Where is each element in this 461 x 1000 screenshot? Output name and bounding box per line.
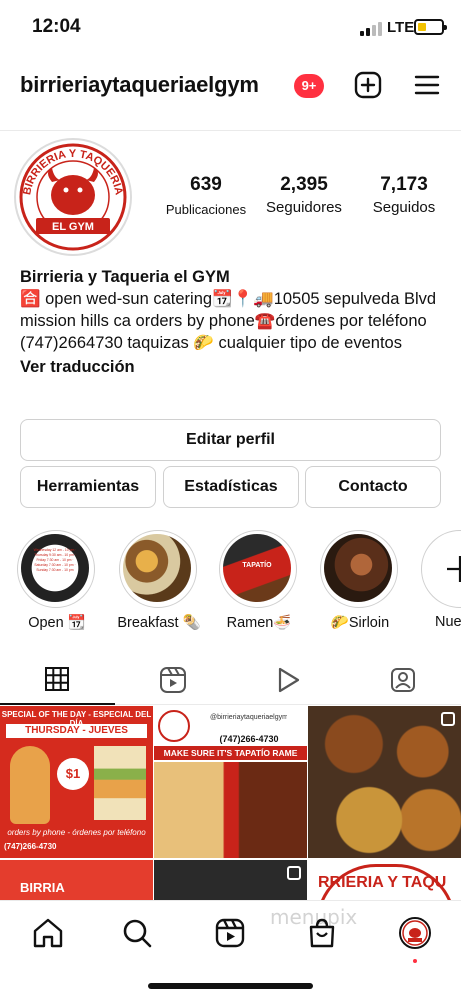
post-day-text: THURSDAY - JUEVES: [6, 724, 147, 738]
profile-name: Birrieria y Taqueria el GYM: [20, 268, 230, 286]
reels-icon: [160, 667, 186, 693]
plus-icon: [447, 556, 461, 582]
post-title-text: BIRRIA: [20, 880, 65, 895]
nav-reels[interactable]: [210, 913, 250, 953]
post-thumbnail[interactable]: RRIERIA Y TAQU: [308, 860, 461, 900]
post-thumbnail[interactable]: [308, 706, 461, 858]
avatar-bottom-text: EL GYM: [52, 221, 94, 233]
carousel-indicator-icon: [287, 712, 301, 726]
nav-search[interactable]: [117, 913, 157, 953]
see-translation-link[interactable]: Ver traducción: [20, 356, 445, 378]
highlight-breakfast-cover: [123, 534, 191, 602]
stat-following[interactable]: 7,173 Seguidos: [362, 174, 446, 216]
home-icon: [33, 918, 63, 948]
highlight-label: 🌮Sirloin: [330, 615, 390, 631]
post-phone-text: (747)266-4730: [4, 842, 57, 851]
stat-followers[interactable]: 2,395 Seguidores: [258, 174, 350, 216]
signal-icon: [360, 22, 382, 36]
stat-following-value: 7,173: [380, 174, 428, 195]
nav-profile[interactable]: [395, 913, 435, 963]
highlight-breakfast[interactable]: Breakfast 🌯: [117, 530, 201, 640]
post-order-text: orders by phone - órdenes por teléfono: [7, 828, 146, 837]
reels-icon: [215, 918, 245, 948]
post-grid: SPECIAL OF THE DAY - ESPECIAL DEL DÍA TH…: [0, 706, 461, 900]
status-time: 12:04: [32, 16, 81, 37]
stat-followers-value: 2,395: [280, 174, 328, 195]
profile-header: birrieriaytaqueriaelgym 9+: [0, 60, 461, 110]
stat-posts-value: 639: [190, 174, 222, 195]
hamburger-menu-icon[interactable]: [413, 71, 441, 99]
contact-button[interactable]: Contacto: [305, 466, 441, 508]
profile-tabs: [0, 655, 461, 705]
nav-home[interactable]: [28, 913, 68, 953]
highlight-open-hours: Wednesday 12 am - 10 pm · Thursday 9:30 …: [33, 548, 77, 572]
tab-videos[interactable]: [230, 655, 345, 705]
post-thumbnail[interactable]: @birrieriaytaqueriaelgym (747)266-4730 M…: [154, 706, 307, 858]
insights-button[interactable]: Estadísticas: [163, 466, 299, 508]
highlight-label: Ramen🍜: [226, 615, 292, 631]
stat-posts-label: Publicaciones: [165, 202, 247, 217]
post-headline-text: MAKE SURE IT'S TAPATÍO RAME: [154, 746, 307, 760]
post-price-badge: $1: [57, 758, 89, 790]
post-thumbnail[interactable]: BIRRIA: [0, 860, 153, 900]
username-switcher[interactable]: birrieriaytaqueriaelgym: [20, 72, 259, 98]
highlight-sirloin-cover: [324, 534, 392, 602]
carousel-indicator-icon: [441, 712, 455, 726]
carrier-label: LTE: [387, 19, 415, 36]
tab-grid[interactable]: [0, 655, 115, 705]
highlight-ramen-text: TAPATÍO: [242, 562, 272, 569]
post-title-text: RRIERIA Y TAQU: [318, 874, 447, 891]
highlight-open-cover: Wednesday 12 am - 10 pm · Thursday 9:30 …: [21, 534, 89, 602]
highlight-sirloin[interactable]: 🌮Sirloin: [320, 530, 400, 640]
highlight-label: Open 📆: [28, 615, 86, 631]
highlight-open[interactable]: Wednesday 12 am - 10 pm · Thursday 9:30 …: [17, 530, 97, 640]
highlight-label: Breakfast 🌯: [117, 615, 201, 631]
highlight-ramen-cover: TAPATÍO: [223, 534, 291, 602]
battery-icon: [414, 19, 447, 35]
tab-tagged[interactable]: [345, 655, 460, 705]
profile-avatar-icon: [399, 917, 431, 949]
bottom-navigation: menupix: [0, 900, 461, 1000]
tagged-user-icon: [391, 668, 415, 692]
bio-text: 🈴 open wed-sun catering📆📍🚚10505 sepulved…: [20, 290, 437, 352]
tab-reels[interactable]: [115, 655, 230, 705]
profile-stats: 639 Publicaciones 2,395 Seguidores 7,173…: [156, 174, 446, 224]
highlight-new[interactable]: Nue: [421, 530, 461, 640]
profile-activity-dot: [413, 959, 417, 963]
profile-bio: Birrieria y Taqueria el GYM 🈴 open wed-s…: [20, 266, 445, 378]
grid-icon: [45, 667, 69, 691]
post-thumbnail[interactable]: [154, 860, 307, 900]
create-post-icon[interactable]: [354, 71, 382, 99]
nav-shop[interactable]: [302, 913, 342, 953]
carousel-indicator-icon: [287, 866, 301, 880]
post-phone-text: (747)266-4730: [219, 734, 279, 744]
gym-logo-image: BIRRIERIA Y TAQUERIA EL GYM: [19, 143, 127, 251]
shopping-bag-icon: [309, 918, 335, 948]
edit-profile-button[interactable]: Editar perfil: [20, 419, 441, 461]
tools-button[interactable]: Herramientas: [20, 466, 156, 508]
stat-following-label: Seguidos: [372, 199, 436, 216]
stat-followers-label: Seguidores: [266, 199, 342, 216]
profile-avatar[interactable]: BIRRIERIA Y TAQUERIA EL GYM: [14, 138, 132, 256]
post-thumbnail[interactable]: SPECIAL OF THE DAY - ESPECIAL DEL DÍA TH…: [0, 706, 153, 858]
play-icon: [278, 667, 300, 693]
stat-posts[interactable]: 639 Publicaciones: [160, 174, 252, 217]
header-divider: [0, 130, 461, 131]
highlight-label: Nue: [435, 614, 461, 630]
search-icon: [123, 919, 152, 948]
status-bar: 12:04 LTE: [0, 0, 461, 56]
home-indicator[interactable]: [148, 983, 313, 989]
notification-badge[interactable]: 9+: [294, 74, 324, 98]
highlight-ramen[interactable]: TAPATÍO Ramen🍜: [219, 530, 299, 640]
